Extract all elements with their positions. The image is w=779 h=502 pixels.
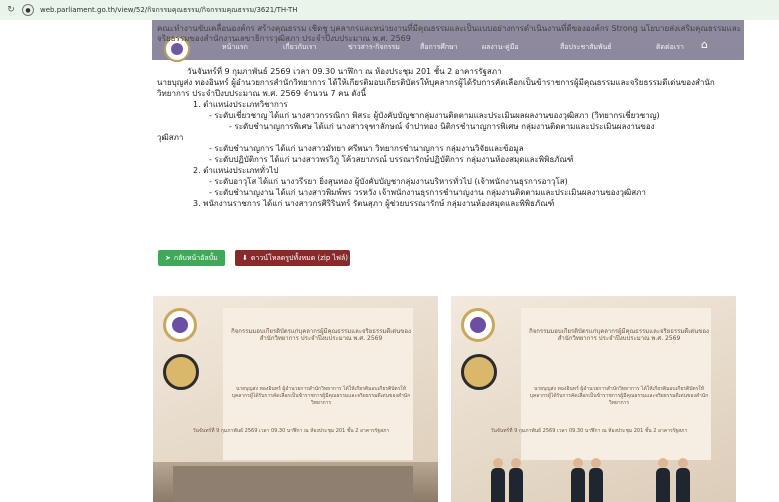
senate-seal-icon [163,308,197,342]
site-info-icon[interactable]: ● [22,4,34,16]
banner-date: วันจันทร์ที่ 9 กุมภาพันธ์ 2569 เวลา 09.3… [490,428,688,434]
person-figure [509,458,523,502]
download-all-label: ดาวน์โหลดรูปทั้งหมด (zip ไฟล์) [250,253,349,262]
senate-strong-badge-icon [461,354,497,390]
article-date-location: วันจันทร์ที่ 9 กุมภาพันธ์ 2569 เวลา 09.3… [187,67,502,76]
reload-icon[interactable]: ↻ [6,5,16,15]
list-item: - ระดับชำนาญงาน ได้แก่ นางสาวพิมพ์พร วรห… [209,188,646,197]
list-item-continuation: วุฒิสภา [157,133,184,142]
back-arrow-icon: ➤ [165,254,171,262]
list-item: - ระดับชำนาญการ ได้แก่ นางสาวมัทยา ศรีพน… [209,144,524,153]
back-to-album-button[interactable]: ➤ กลับหน้าอัลบั้ม [158,250,225,266]
section-heading: 3. พนักงานราชการ ได้แก่ นางสาวกรศิริรินท… [193,199,555,208]
list-item: - ระดับอาวุโส ได้แก่ นางวรีรยา ยิ่งสุนทอ… [209,177,568,186]
banner-subtitle: นายบุญส่ง ทองอินทร์ ผู้อำนวยการสำนักวิทย… [529,386,709,406]
url-text[interactable]: web.parliament.go.th/view/52/กิจกรรมคุณธ… [40,5,298,16]
section-heading: 1. ตำแหน่งประเภทวิชาการ [193,100,288,109]
list-item: - ระดับปฏิบัติการ ได้แก่ นางสาวพรวิภู โค… [209,155,574,164]
banner-subtitle: นายบุญส่ง ทองอินทร์ ผู้อำนวยการสำนักวิทย… [231,386,411,406]
person-figure [491,458,505,502]
person-figure [589,458,603,502]
download-icon: ⬇ [242,254,248,262]
download-all-button[interactable]: ⬇ ดาวน์โหลดรูปทั้งหมด (zip ไฟล์) [235,250,350,266]
article-paragraph: นายบุญส่ง ทองอินทร์ ผู้อำนวยการสำนักวิทย… [157,78,715,98]
person-figure [571,458,585,502]
section-heading: 2. ตำแหน่งประเภททั่วไป [193,166,279,175]
senate-strong-badge-icon [163,354,199,390]
banner-title: กิจกรรมมอบเกียรติบัตรแก่บุคลากรผู้มีคุณธ… [529,328,709,342]
senate-seal-icon [461,308,495,342]
album-photo-2[interactable]: กิจกรรมมอบเกียรติบัตรแก่บุคลากรผู้มีคุณธ… [451,296,736,502]
list-item: - ระดับเชี่ยวชาญ ได้แก่ นางสาวกรรณิกา พิ… [209,111,660,120]
photo-screen [173,466,413,502]
person-figure [676,458,690,502]
banner-title: กิจกรรมมอบเกียรติบัตรแก่บุคลากรผู้มีคุณธ… [231,328,411,342]
person-figure [656,458,670,502]
list-item: - ระดับชำนาญการพิเศษ ได้แก่ นางสาวจุฑาลั… [229,122,655,131]
album-photo-1[interactable]: กิจกรรมมอบเกียรติบัตรแก่บุคลากรผู้มีคุณธ… [153,296,438,502]
address-bar[interactable]: ↻ ● web.parliament.go.th/view/52/กิจกรรม… [0,0,779,20]
back-to-album-label: กลับหน้าอัลบั้ม [173,253,218,262]
intro-text: คณะทำงานขับเคลื่อนองค์กร สร้างคุณธรรม เช… [157,24,741,43]
banner-date: วันจันทร์ที่ 9 กุมภาพันธ์ 2569 เวลา 09.3… [192,428,390,434]
article-body: วันจันทร์ที่ 9 กุมภาพันธ์ 2569 เวลา 09.3… [157,66,747,209]
